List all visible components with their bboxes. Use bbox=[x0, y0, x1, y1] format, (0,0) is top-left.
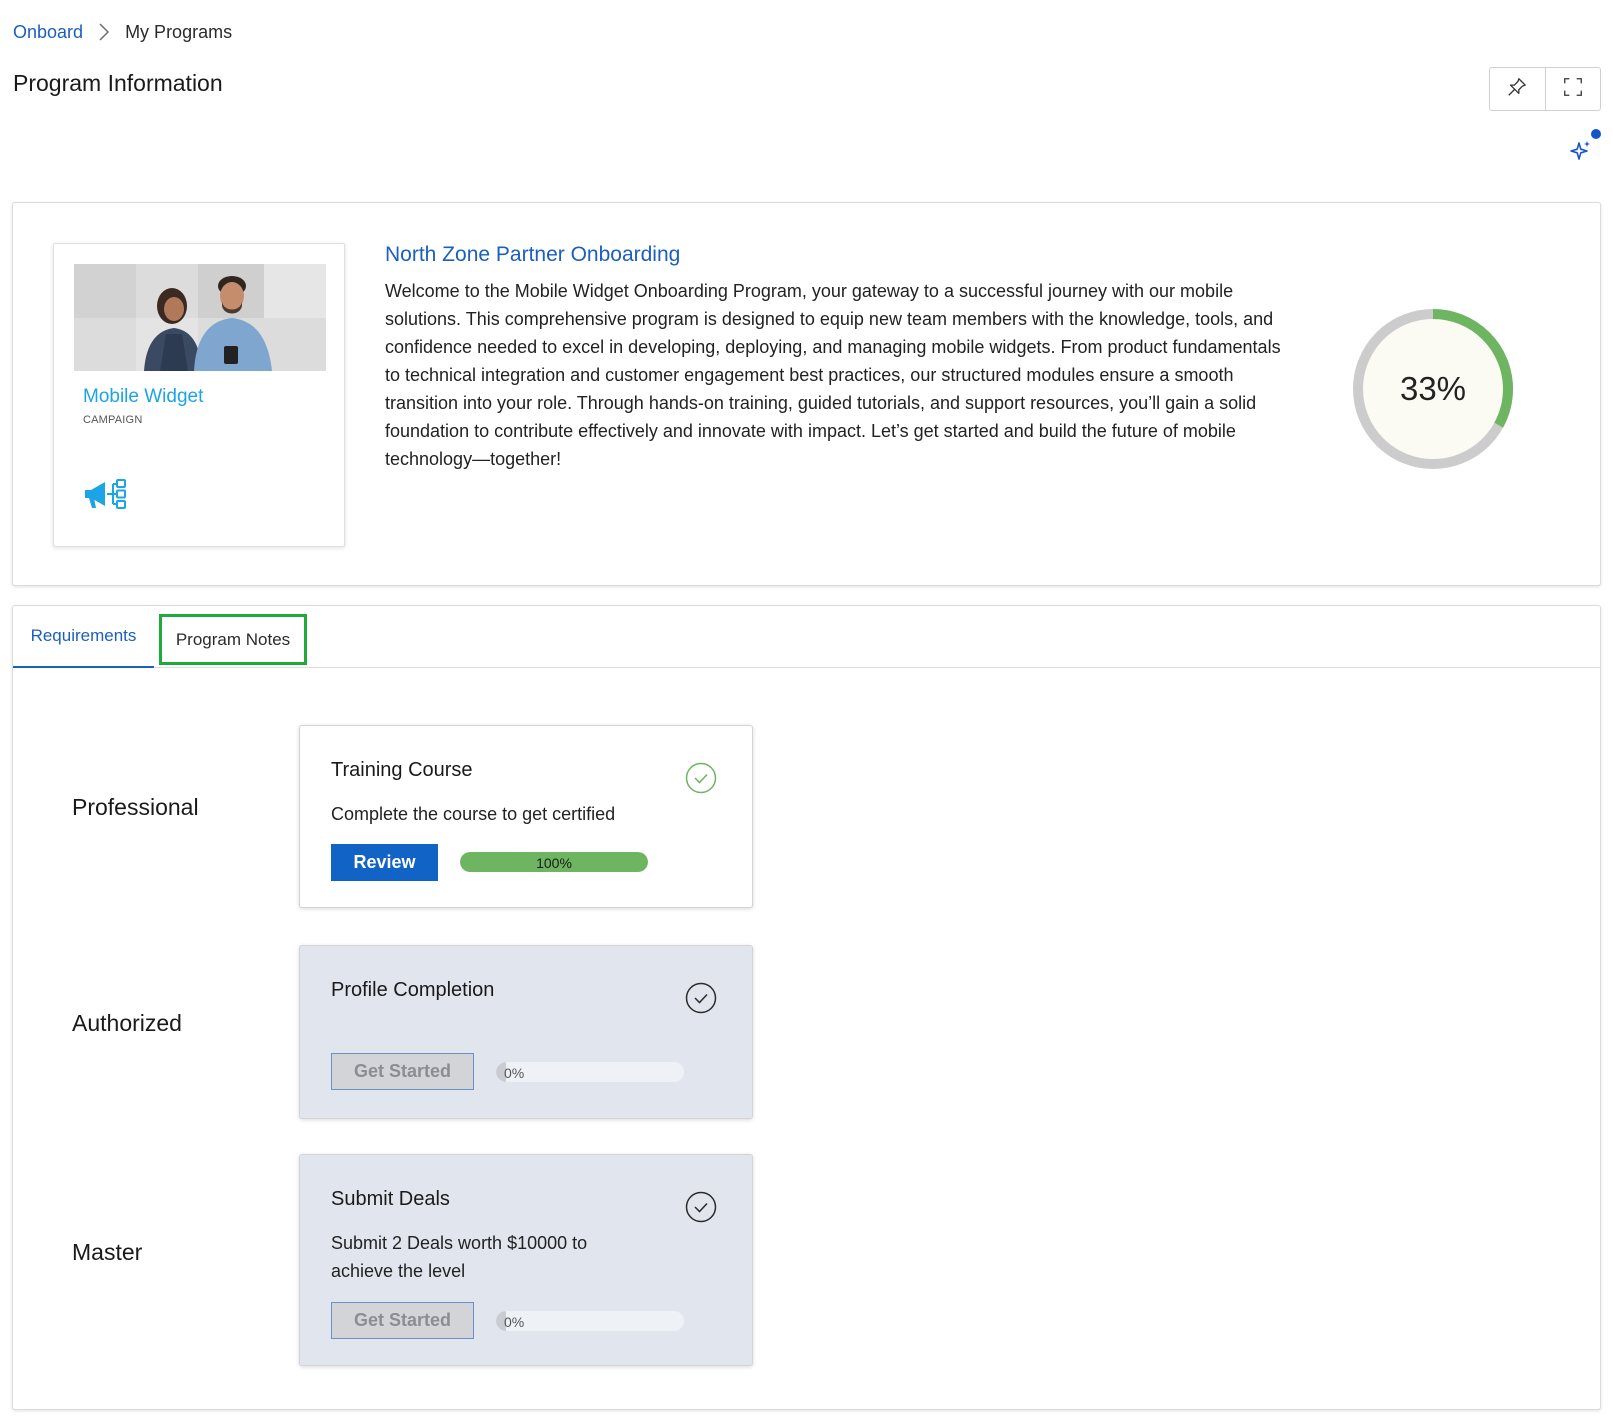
sparkle-icon bbox=[1569, 139, 1593, 168]
breadcrumb: Onboard My Programs bbox=[13, 20, 232, 44]
requirement-card-profile-completion: Profile Completion Get Started 0% bbox=[299, 945, 753, 1119]
review-button[interactable]: Review bbox=[331, 844, 438, 881]
requirement-progress-bar: 0% bbox=[496, 1311, 684, 1331]
requirement-card-training-course: Training Course Complete the course to g… bbox=[299, 725, 753, 908]
level-label-professional: Professional bbox=[72, 794, 199, 820]
requirements-card: Requirements Program Notes Professional … bbox=[12, 605, 1601, 1410]
requirement-progress-bar: 100% bbox=[460, 852, 648, 872]
ai-assistant-button[interactable] bbox=[1566, 138, 1596, 168]
program-banner-image bbox=[74, 264, 326, 371]
requirement-title: Training Course bbox=[331, 759, 473, 781]
pin-icon bbox=[1506, 76, 1528, 103]
notification-dot bbox=[1591, 129, 1601, 139]
level-label-master: Master bbox=[72, 1239, 143, 1265]
check-circle-icon bbox=[685, 982, 717, 1014]
progress-label: 0% bbox=[504, 1314, 525, 1330]
requirement-title: Profile Completion bbox=[331, 979, 495, 1001]
progress-label: 100% bbox=[536, 855, 572, 871]
program-title[interactable]: North Zone Partner Onboarding bbox=[385, 243, 680, 267]
requirement-progress-bar: 0% bbox=[496, 1062, 684, 1082]
chevron-right-icon bbox=[83, 22, 125, 42]
tab-program-notes[interactable]: Program Notes bbox=[159, 614, 307, 665]
program-tile-subtitle: CAMPAIGN bbox=[83, 414, 143, 426]
page-title: Program Information bbox=[13, 70, 223, 96]
program-progress-label: 33% bbox=[1399, 370, 1467, 407]
tab-bar: Requirements Program Notes bbox=[13, 606, 1600, 668]
fullscreen-button[interactable] bbox=[1544, 68, 1601, 110]
fullscreen-icon bbox=[1562, 76, 1584, 103]
program-tile-title: Mobile Widget bbox=[83, 386, 204, 407]
requirement-description: Submit 2 Deals worth $10000 to achieve t… bbox=[331, 1233, 588, 1281]
check-circle-icon bbox=[685, 1191, 717, 1223]
get-started-button[interactable]: Get Started bbox=[331, 1302, 474, 1339]
program-description: Welcome to the Mobile Widget Onboarding … bbox=[385, 281, 1281, 469]
tab-requirements[interactable]: Requirements bbox=[13, 606, 154, 668]
campaign-megaphone-icon bbox=[83, 478, 131, 515]
program-tile[interactable]: Mobile Widget CAMPAIGN bbox=[53, 243, 345, 547]
breadcrumb-onboard-link[interactable]: Onboard bbox=[13, 22, 83, 43]
requirement-card-submit-deals: Submit Deals Submit 2 Deals worth $10000… bbox=[299, 1154, 753, 1366]
program-info-card: Mobile Widget CAMPAIGN North Zone Partne… bbox=[12, 202, 1601, 586]
pin-button[interactable] bbox=[1490, 68, 1545, 110]
requirement-title: Submit Deals bbox=[331, 1188, 450, 1210]
breadcrumb-current: My Programs bbox=[125, 21, 233, 42]
header-toolbar bbox=[1489, 67, 1601, 111]
get-started-button[interactable]: Get Started bbox=[331, 1053, 474, 1090]
level-label-authorized: Authorized bbox=[72, 1010, 182, 1036]
program-progress-ring: 33% bbox=[1350, 306, 1516, 472]
progress-label: 0% bbox=[504, 1065, 525, 1081]
requirement-description: Complete the course to get certified bbox=[331, 804, 616, 824]
check-circle-icon bbox=[685, 762, 717, 794]
